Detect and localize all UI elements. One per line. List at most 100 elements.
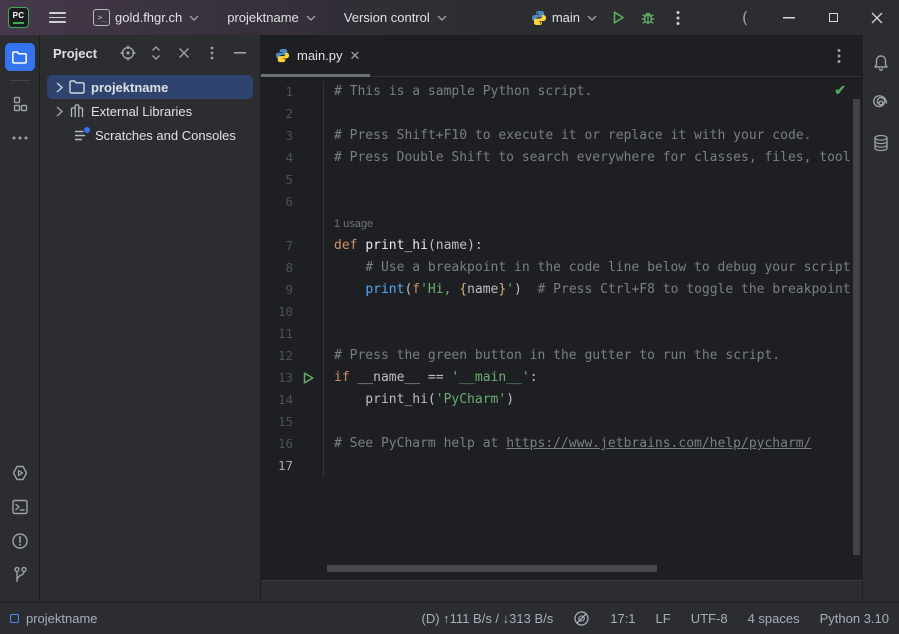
code-editor[interactable]: 1# This is a sample Python script.23# Pr… (261, 77, 862, 580)
indent-widget[interactable]: 4 spaces (748, 611, 800, 626)
tree-item-label: Scratches and Consoles (95, 128, 236, 143)
gutter[interactable]: 16 (261, 433, 324, 455)
usages-inlay[interactable]: 1 usage (334, 218, 373, 230)
clock-badge (83, 126, 91, 134)
structure-tool-button[interactable] (5, 90, 35, 118)
code-text: if __name__ == '__main__': (324, 367, 862, 389)
gutter[interactable]: 15 (261, 411, 324, 433)
hyperlink[interactable]: https://www.jetbrains.com/help/pycharm/ (506, 436, 811, 451)
project-panel: Project (40, 35, 261, 602)
hide-panel-button[interactable] (228, 41, 252, 65)
git-tool-button[interactable] (5, 561, 35, 589)
gutter[interactable]: 14 (261, 389, 324, 411)
code-line[interactable]: 7def print_hi(name): (261, 235, 862, 257)
problems-tool-button[interactable] (5, 527, 35, 555)
tab-close-icon[interactable]: ✕ (350, 49, 361, 62)
close-button[interactable] (855, 0, 899, 35)
chevron-right-icon[interactable] (51, 106, 67, 117)
tree-item-projektname[interactable]: projektname (47, 75, 253, 99)
vertical-scrollbar[interactable] (853, 99, 860, 555)
code-text (324, 455, 862, 477)
services-icon (11, 464, 29, 482)
ai-assistant-button[interactable] (866, 89, 896, 117)
maximize-button[interactable] (811, 0, 855, 35)
gutter-spacer (293, 455, 323, 477)
gutter-spacer (293, 191, 323, 213)
tab-options-button[interactable] (824, 42, 854, 70)
debug-button[interactable] (633, 4, 663, 32)
code-text: # Press Shift+F10 to execute it or repla… (324, 125, 862, 147)
gutter[interactable]: 12 (261, 345, 324, 367)
more-tool-windows-button[interactable] (5, 124, 35, 152)
services-tool-button[interactable] (5, 459, 35, 487)
collapse-all-button[interactable] (172, 41, 196, 65)
gutter[interactable]: 4 (261, 147, 324, 169)
gutter[interactable]: 2 (261, 103, 324, 125)
code-line[interactable]: 15 (261, 411, 862, 433)
code-line[interactable]: 9 print(f'Hi, {name}') # Press Ctrl+F8 t… (261, 279, 862, 301)
vcs-widget[interactable]: Version control (338, 4, 453, 32)
database-button[interactable] (866, 129, 896, 157)
code-line[interactable]: 16# See PyCharm help at https://www.jetb… (261, 433, 862, 455)
collapse-x-icon (178, 47, 190, 59)
caret-position-widget[interactable]: 17:1 (610, 611, 635, 626)
main-menu-button[interactable] (43, 4, 71, 32)
code-text (324, 103, 862, 125)
minimize-button[interactable] (767, 0, 811, 35)
gutter[interactable]: 5 (261, 169, 324, 191)
remote-host-widget[interactable]: >_ gold.fhgr.ch (87, 4, 205, 32)
code-line[interactable]: 11 (261, 323, 862, 345)
scratches-icon (71, 129, 91, 142)
gutter[interactable]: 13 (261, 367, 324, 389)
gutter[interactable]: 17 (261, 455, 324, 477)
gutter[interactable]: 7 (261, 235, 324, 257)
gutter[interactable]: 11 (261, 323, 324, 345)
line-ending-widget[interactable]: LF (656, 611, 671, 626)
notifications-button[interactable] (866, 49, 896, 77)
status-project-widget[interactable]: projektname (10, 611, 98, 626)
more-actions-button[interactable] (663, 4, 693, 32)
gutter[interactable]: 8 (261, 257, 324, 279)
gutter[interactable]: 3 (261, 125, 324, 147)
gutter[interactable]: 6 (261, 191, 324, 213)
terminal-tool-button[interactable] (5, 493, 35, 521)
code-line[interactable]: 2 (261, 103, 862, 125)
expand-collapse-button[interactable] (144, 41, 168, 65)
run-line-icon[interactable] (293, 367, 323, 389)
run-button[interactable] (603, 4, 633, 32)
encoding-widget[interactable]: UTF-8 (691, 611, 728, 626)
code-line[interactable]: 6 (261, 191, 862, 213)
code-text: 1 usage (324, 213, 862, 235)
gutter[interactable]: 10 (261, 301, 324, 323)
inspections-ok-icon[interactable]: ✔ (834, 82, 846, 99)
tab-main-py[interactable]: main.py ✕ (261, 35, 370, 77)
project-tool-button[interactable] (5, 43, 35, 71)
inlay-hint-line[interactable]: 1 usage (261, 213, 862, 235)
chevron-right-icon[interactable] (51, 82, 67, 93)
run-configuration-widget[interactable]: main (525, 4, 603, 32)
network-speed-widget[interactable]: (D) ↑111 B/s / ↓313 B/s (422, 611, 554, 626)
horizontal-scrollbar[interactable] (327, 565, 657, 572)
tree-item-scratches[interactable]: Scratches and Consoles (47, 123, 253, 147)
code-line[interactable]: 10 (261, 301, 862, 323)
crescent-icon[interactable]: ( (723, 0, 767, 35)
interpreter-widget[interactable]: Python 3.10 (820, 611, 889, 626)
panel-options-button[interactable] (200, 41, 224, 65)
code-line[interactable]: 1# This is a sample Python script. (261, 81, 862, 103)
inspections-widget[interactable] (573, 610, 590, 627)
code-line[interactable]: 13if __name__ == '__main__': (261, 367, 862, 389)
code-line[interactable]: 3# Press Shift+F10 to execute it or repl… (261, 125, 862, 147)
tree-item-external-libraries[interactable]: External Libraries (47, 99, 253, 123)
code-line[interactable]: 12# Press the green button in the gutter… (261, 345, 862, 367)
code-line[interactable]: 8 # Use a breakpoint in the code line be… (261, 257, 862, 279)
code-line[interactable]: 17 (261, 455, 862, 477)
gutter[interactable] (261, 213, 324, 235)
gutter[interactable]: 1 (261, 81, 324, 103)
code-line[interactable]: 14 print_hi('PyCharm') (261, 389, 862, 411)
locate-file-button[interactable] (116, 41, 140, 65)
project-widget[interactable]: projektname (221, 4, 322, 32)
pycharm-window: PC >_ gold.fhgr.ch projektname Version c… (0, 0, 899, 634)
code-line[interactable]: 4# Press Double Shift to search everywhe… (261, 147, 862, 169)
code-line[interactable]: 5 (261, 169, 862, 191)
gutter[interactable]: 9 (261, 279, 324, 301)
